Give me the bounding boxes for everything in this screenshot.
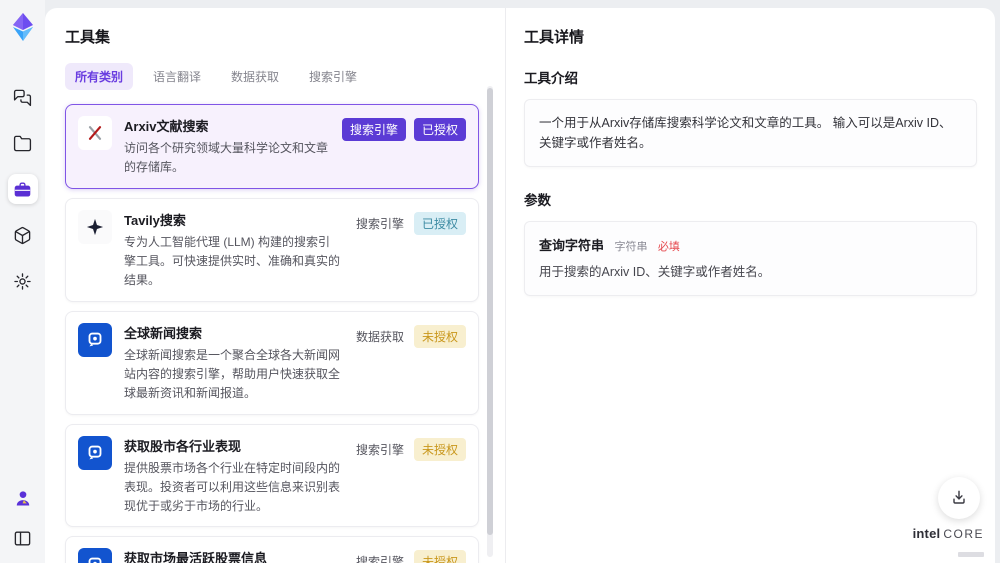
tool-card-stock-sectors[interactable]: 获取股市各行业表现 提供股票市场各个行业在特定时间段内的表现。投资者可以利用这些…	[65, 423, 479, 528]
download-button[interactable]	[938, 477, 980, 519]
tool-card-active-stocks[interactable]: 获取市场最活跃股票信息 提供当天交易量最高的股票列表。投资者可以利用这些信息来识…	[65, 536, 479, 563]
intel-core-logo: intel CORE	[912, 526, 984, 557]
tool-description: 专为人工智能代理 (LLM) 构建的搜索引擎工具。可快速提供实时、准确和真实的结…	[124, 234, 341, 287]
tool-description: 访问各个研究领域大量科学论文和文章的存储库。	[124, 141, 329, 174]
auth-status-badge: 未授权	[413, 550, 466, 563]
category-badge: 数据获取	[355, 329, 404, 344]
category-tabs: 所有类别 语言翻译 数据获取 搜索引擎	[65, 63, 479, 90]
intel-wordmark: intel	[912, 526, 941, 541]
stock-sector-app-icon	[78, 435, 112, 470]
main-surface: 工具集 所有类别 语言翻译 数据获取 搜索引擎 Arxiv文献搜索 访问各个研究…	[45, 8, 995, 563]
intro-heading: 工具介绍	[524, 71, 578, 86]
tab-search-engine[interactable]: 搜索引擎	[299, 63, 367, 90]
param-box: 查询字符串 字符串 必填 用于搜索的Arxiv ID、关键字或作者姓名。	[524, 221, 977, 297]
tavily-star-icon	[78, 209, 112, 244]
param-type: 字符串	[614, 241, 648, 253]
tool-description: 提供股票市场各个行业在特定时间段内的表现。投资者可以利用这些信息来识别表现优于或…	[124, 460, 341, 513]
auth-status-badge: 已授权	[413, 211, 466, 235]
tool-name: 获取股市各行业表现	[124, 438, 242, 454]
category-badge: 搜索引擎	[341, 118, 406, 141]
news-search-app-icon	[78, 322, 112, 357]
sidebar	[0, 0, 45, 563]
active-stocks-app-icon	[78, 548, 112, 563]
tool-name: Tavily搜索	[124, 212, 186, 228]
category-badge: 搜索引擎	[355, 442, 404, 457]
brand-subtext	[913, 545, 984, 557]
app-root: 工具集 所有类别 语言翻译 数据获取 搜索引擎 Arxiv文献搜索 访问各个研究…	[0, 0, 1000, 563]
cube-icon	[14, 226, 31, 244]
sidebar-item-chat[interactable]	[8, 82, 38, 112]
tab-all-categories[interactable]: 所有类别	[65, 63, 134, 90]
tool-description: 全球新闻搜索是一个聚合全球各大新闻网站内容的搜索引擎，帮助用户快速获取全球最新资…	[124, 347, 341, 400]
tab-language-translation[interactable]: 语言翻译	[143, 63, 211, 90]
sidebar-item-settings[interactable]	[8, 266, 38, 296]
tool-list-scrollbar[interactable]	[487, 86, 493, 557]
sidebar-item-files[interactable]	[8, 128, 38, 158]
arxiv-logo-icon	[78, 116, 112, 150]
core-wordmark: CORE	[943, 527, 984, 541]
tool-card-arxiv[interactable]: Arxiv文献搜索 访问各个研究领域大量科学论文和文章的存储库。 搜索引擎 已授…	[65, 104, 479, 189]
chat-bubbles-icon	[13, 89, 32, 106]
auth-status-badge: 已授权	[413, 118, 466, 141]
download-icon	[953, 490, 965, 504]
tool-details-panel: 工具详情 工具介绍 一个用于从Arxiv存储库搜索科学论文和文章的工具。 输入可…	[505, 8, 995, 563]
auth-status-badge: 未授权	[413, 324, 466, 348]
folder-icon	[13, 135, 32, 151]
tool-card-tavily[interactable]: Tavily搜索 专为人工智能代理 (LLM) 构建的搜索引擎工具。可快速提供实…	[65, 197, 479, 302]
param-description: 用于搜索的Arxiv ID、关键字或作者姓名。	[539, 265, 771, 279]
params-heading: 参数	[524, 193, 551, 208]
tab-data-acquisition[interactable]: 数据获取	[221, 63, 289, 90]
user-avatar-icon[interactable]	[10, 485, 36, 511]
details-title: 工具详情	[524, 29, 585, 46]
page-title: 工具集	[65, 29, 111, 46]
tools-panel: 工具集 所有类别 语言翻译 数据获取 搜索引擎 Arxiv文献搜索 访问各个研究…	[45, 8, 505, 563]
tool-name: 获取市场最活跃股票信息	[124, 551, 268, 563]
sidebar-nav	[7, 82, 38, 296]
intro-box: 一个用于从Arxiv存储库搜索科学论文和文章的工具。 输入可以是Arxiv ID…	[524, 99, 977, 167]
scrollbar-thumb[interactable]	[487, 88, 493, 536]
auth-status-badge: 未授权	[413, 437, 466, 461]
tool-card-global-news[interactable]: 全球新闻搜索 全球新闻搜索是一个聚合全球各大新闻网站内容的搜索引擎，帮助用户快速…	[65, 310, 479, 415]
param-required-flag: 必填	[657, 241, 680, 253]
sidebar-item-tools[interactable]	[7, 174, 38, 204]
intro-text: 一个用于从Arxiv存储库搜索科学论文和文章的工具。 输入可以是Arxiv ID…	[539, 116, 952, 150]
panel-toggle-icon[interactable]	[10, 525, 36, 551]
tool-name: 全球新闻搜索	[124, 325, 203, 341]
sidebar-item-packages[interactable]	[8, 220, 38, 250]
category-badge: 搜索引擎	[355, 555, 404, 563]
briefcase-icon	[14, 181, 31, 197]
tool-name: Arxiv文献搜索	[124, 119, 209, 134]
app-logo-gem-icon	[9, 12, 37, 42]
tool-list: Arxiv文献搜索 访问各个研究领域大量科学论文和文章的存储库。 搜索引擎 已授…	[65, 104, 479, 563]
gear-icon	[14, 272, 31, 290]
sidebar-bottom	[10, 485, 36, 551]
category-badge: 搜索引擎	[355, 216, 404, 231]
param-name: 查询字符串	[539, 238, 605, 253]
